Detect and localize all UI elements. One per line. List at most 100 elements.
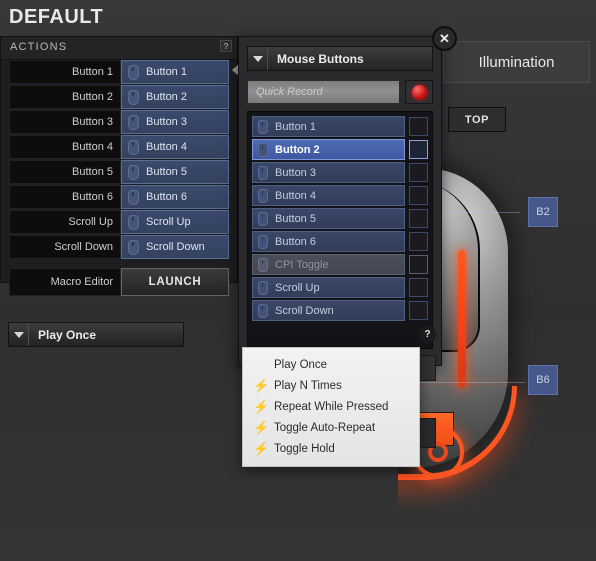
list-item-checkbox[interactable] bbox=[409, 255, 428, 274]
list-item[interactable]: Scroll Up bbox=[252, 277, 428, 298]
mouse-icon bbox=[258, 257, 268, 272]
list-item-label: Scroll Down bbox=[275, 304, 334, 317]
action-assignment-label: Scroll Down bbox=[146, 241, 205, 253]
list-item[interactable]: Button 2 bbox=[252, 139, 428, 160]
list-item[interactable]: Button 6 bbox=[252, 231, 428, 252]
list-item[interactable]: Scroll Down bbox=[252, 300, 428, 321]
category-dropdown[interactable]: Mouse Buttons bbox=[247, 46, 433, 71]
list-item-checkbox[interactable] bbox=[409, 278, 428, 297]
mouse-icon bbox=[258, 211, 268, 226]
action-assignment-label: Button 4 bbox=[146, 141, 187, 153]
mouse-icon bbox=[128, 214, 139, 230]
list-item-label: Button 2 bbox=[275, 143, 320, 156]
action-row: Scroll Up Scroll Up bbox=[9, 210, 229, 234]
menu-item-label: Repeat While Pressed bbox=[274, 400, 389, 413]
app-root: DEFAULT ACTIONS ? Button 1 Button 1 Button… bbox=[0, 0, 596, 561]
tab-illumination[interactable]: Illumination bbox=[443, 41, 590, 83]
view-top-button[interactable]: TOP bbox=[448, 107, 506, 132]
list-item-main[interactable]: Button 3 bbox=[252, 162, 405, 183]
list-item-main[interactable]: Scroll Down bbox=[252, 300, 405, 321]
action-assignment-label: Button 2 bbox=[146, 91, 187, 103]
action-row: Button 6 Button 6 bbox=[9, 185, 229, 209]
action-assignment[interactable]: Button 1 bbox=[121, 60, 229, 84]
menu-item-label: Play N Times bbox=[274, 379, 342, 392]
chevron-down-icon bbox=[248, 47, 268, 70]
action-assignment[interactable]: Button 2 bbox=[121, 85, 229, 109]
mouse-icon bbox=[258, 303, 268, 318]
action-assignment[interactable]: Button 5 bbox=[121, 160, 229, 184]
playback-mode-dropdown[interactable]: Play Once bbox=[8, 322, 184, 347]
mouse-icon bbox=[258, 119, 268, 134]
lightning-bolt-icon: ⚡ bbox=[253, 378, 270, 393]
list-item-main[interactable]: Button 1 bbox=[252, 116, 405, 137]
list-item-main[interactable]: Button 4 bbox=[252, 185, 405, 206]
help-icon[interactable]: ? bbox=[220, 40, 232, 52]
list-item-main[interactable]: Button 5 bbox=[252, 208, 405, 229]
action-row: Button 2 Button 2 bbox=[9, 85, 229, 109]
menu-item[interactable]: ⚡ Toggle Auto-Repeat bbox=[243, 417, 419, 438]
list-item-label: Button 5 bbox=[275, 212, 316, 225]
playback-mode-label: Play Once bbox=[38, 327, 97, 342]
action-assignment-label: Button 6 bbox=[146, 191, 187, 203]
list-item[interactable]: CPI Toggle bbox=[252, 254, 428, 275]
mouse-icon bbox=[128, 89, 139, 105]
mouse-icon bbox=[128, 139, 139, 155]
list-item[interactable]: Button 3 bbox=[252, 162, 428, 183]
action-label: Scroll Up bbox=[9, 210, 121, 234]
callout-b6[interactable]: B6 bbox=[528, 365, 558, 395]
actions-panel-header: ACTIONS ? bbox=[1, 37, 237, 60]
menu-item[interactable]: ⚡ Repeat While Pressed bbox=[243, 396, 419, 417]
list-item-checkbox[interactable] bbox=[409, 140, 428, 159]
list-item[interactable]: Button 1 bbox=[252, 116, 428, 137]
action-row: Button 5 Button 5 bbox=[9, 160, 229, 184]
close-icon[interactable]: ✕ bbox=[432, 26, 457, 51]
list-item-label: Button 1 bbox=[275, 120, 316, 133]
list-item-label: Button 6 bbox=[275, 235, 316, 248]
macro-editor-label: Macro Editor bbox=[9, 268, 121, 296]
action-assignment[interactable]: Button 4 bbox=[121, 135, 229, 159]
list-item-label: Button 3 bbox=[275, 166, 316, 179]
list-item-checkbox[interactable] bbox=[409, 163, 428, 182]
playback-help-icon[interactable]: ? bbox=[419, 326, 436, 343]
list-item-label: CPI Toggle bbox=[275, 258, 329, 271]
quick-record-input[interactable]: Quick Record bbox=[247, 80, 400, 104]
list-item-checkbox[interactable] bbox=[409, 186, 428, 205]
mouse-icon bbox=[128, 114, 139, 130]
launch-button[interactable]: LAUNCH bbox=[121, 268, 229, 296]
menu-item[interactable]: ⚡ Toggle Hold bbox=[243, 438, 419, 459]
lightning-bolt-icon: ⚡ bbox=[253, 441, 270, 456]
list-item-main[interactable]: Button 6 bbox=[252, 231, 405, 252]
list-item-checkbox[interactable] bbox=[409, 301, 428, 320]
list-item-checkbox[interactable] bbox=[409, 209, 428, 228]
list-item-main[interactable]: CPI Toggle bbox=[252, 254, 405, 275]
actions-panel: ACTIONS ? Button 1 Button 1 Button 2 Button… bbox=[0, 36, 238, 296]
action-assignment[interactable]: Scroll Up bbox=[121, 210, 229, 234]
action-assignment-label: Scroll Up bbox=[146, 216, 191, 228]
callout-b2[interactable]: B2 bbox=[528, 197, 558, 227]
action-assignment-label: Button 1 bbox=[146, 66, 187, 78]
playback-mode-menu: ⚡Play Once ⚡ Play N Times ⚡ Repeat While Pre… bbox=[242, 347, 420, 467]
mouse-icon bbox=[128, 64, 139, 80]
actions-list: Button 1 Button 1 Button 2 Button 2 Button 3… bbox=[1, 60, 237, 296]
action-row: Button 1 Button 1 bbox=[9, 60, 229, 84]
mouse-icon bbox=[128, 189, 139, 205]
menu-item[interactable]: ⚡Play Once bbox=[243, 354, 419, 375]
menu-item[interactable]: ⚡ Play N Times bbox=[243, 375, 419, 396]
lightning-bolt-icon: ⚡ bbox=[253, 399, 270, 414]
list-item-checkbox[interactable] bbox=[409, 232, 428, 251]
action-assignment[interactable]: Button 3 bbox=[121, 110, 229, 134]
list-item-main[interactable]: Button 2 bbox=[252, 139, 405, 160]
quick-record-row: Quick Record bbox=[247, 80, 433, 104]
mouse-icon bbox=[258, 142, 268, 157]
category-dropdown-label: Mouse Buttons bbox=[277, 51, 364, 66]
record-button[interactable] bbox=[405, 80, 433, 104]
mouse-led-strip bbox=[458, 250, 466, 388]
mouse-icon bbox=[128, 239, 139, 255]
list-item-checkbox[interactable] bbox=[409, 117, 428, 136]
action-assignment[interactable]: Button 6 bbox=[121, 185, 229, 209]
list-item[interactable]: Button 5 bbox=[252, 208, 428, 229]
list-item-main[interactable]: Scroll Up bbox=[252, 277, 405, 298]
menu-item-label: Toggle Auto-Repeat bbox=[274, 421, 376, 434]
list-item[interactable]: Button 4 bbox=[252, 185, 428, 206]
action-assignment[interactable]: Scroll Down bbox=[121, 235, 229, 259]
